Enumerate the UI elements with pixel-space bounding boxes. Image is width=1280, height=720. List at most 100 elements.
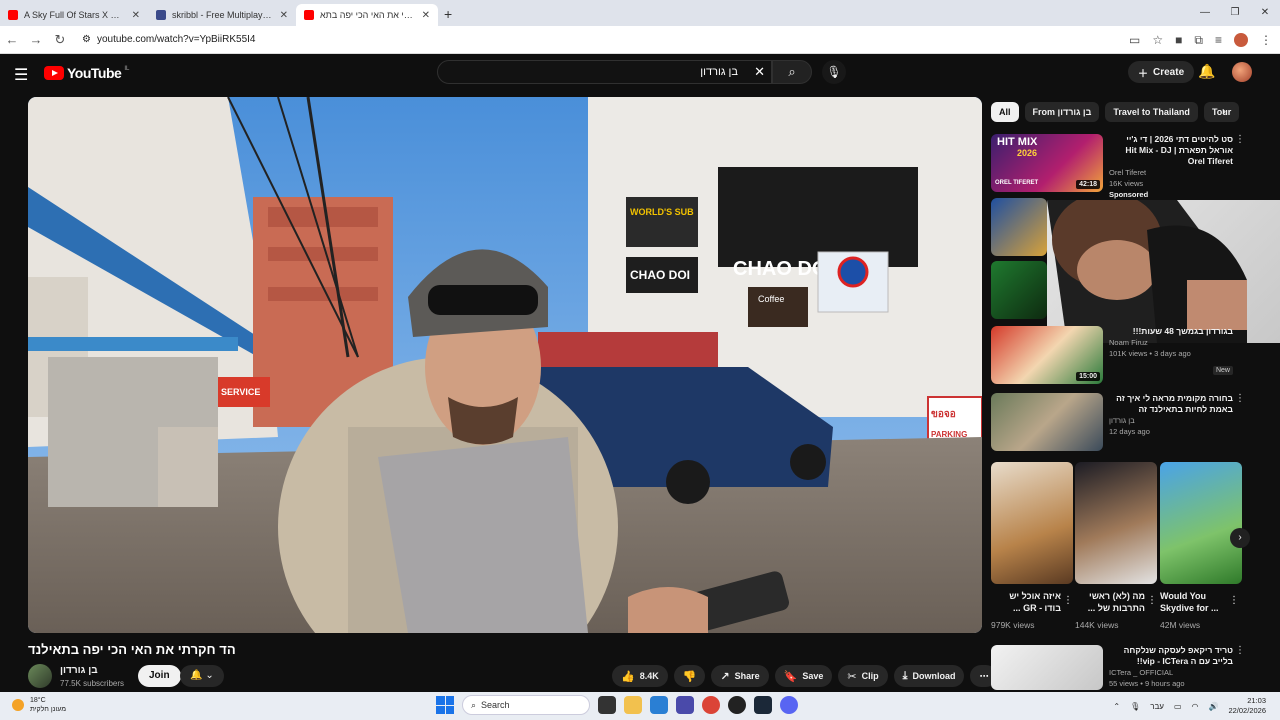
browser-tab-2[interactable]: skribbl - Free Multiplayer Drawi ✕: [148, 4, 296, 26]
wifi-icon[interactable]: ◠: [1192, 702, 1199, 711]
short-caption[interactable]: Would You Skydive for ...: [1160, 590, 1230, 614]
join-button[interactable]: Join: [138, 665, 181, 687]
chip-all[interactable]: All: [991, 102, 1019, 122]
store-icon[interactable]: [676, 696, 694, 714]
recommendation-title[interactable]: טריד ריקאפ לעסקה שנלקחה בלייב עם ה vip -…: [1109, 645, 1233, 667]
hamburger-menu-icon[interactable]: ☰: [14, 65, 28, 85]
recommendation-title[interactable]: בגורדון בגמשך 48 שעות!!!: [1109, 326, 1233, 337]
browser-tab-1[interactable]: A Sky Full Of Stars X Quevedo I ✕: [0, 4, 148, 26]
volume-icon[interactable]: 🔊: [1208, 702, 1218, 711]
video-thumbnail[interactable]: [991, 645, 1103, 690]
recommendation-channel[interactable]: Orel Tiferet: [1109, 167, 1233, 178]
user-avatar[interactable]: [1232, 62, 1252, 82]
short-thumbnail[interactable]: [1075, 462, 1157, 584]
chip-from-channel[interactable]: From בן גורדון: [1024, 102, 1100, 122]
subscription-bell-button[interactable]: 🔔 ⌄: [180, 665, 224, 687]
video-thumbnail[interactable]: [991, 198, 1047, 256]
more-options-icon[interactable]: ⋮: [1235, 134, 1245, 145]
restore-icon[interactable]: ❐: [1220, 0, 1250, 26]
media-control-icon[interactable]: ≡: [1215, 33, 1222, 47]
video-thumbnail[interactable]: [991, 261, 1047, 319]
extension-icon[interactable]: ■: [1175, 33, 1182, 47]
like-button[interactable]: 👍 8.4K: [612, 665, 668, 687]
recommendation-item[interactable]: בחורה מקומית מראה לי איך זה באמת לחיות ב…: [991, 393, 1245, 453]
youtube-logo[interactable]: YouTube IL: [44, 65, 129, 81]
minimize-icon[interactable]: —: [1190, 0, 1220, 26]
voice-search-button[interactable]: 🎙: [822, 60, 846, 84]
steam-icon[interactable]: [754, 696, 772, 714]
recommendation-title[interactable]: סט להיטים דתי 2026 | די ג'יי אוראל תפארת…: [1109, 134, 1233, 167]
video-player[interactable]: CHAO DOI WORLD'S SUB CHAO DOI Coffee ขอจ…: [28, 97, 982, 633]
more-options-icon[interactable]: ⋮: [1235, 645, 1245, 656]
profile-avatar[interactable]: [1234, 33, 1248, 47]
clear-search-icon[interactable]: ✕: [754, 64, 765, 80]
recommendation-title[interactable]: בחורה מקומית מראה לי איך זה באמת לחיות ב…: [1109, 393, 1233, 415]
file-explorer-icon[interactable]: [624, 696, 642, 714]
new-tab-button[interactable]: +: [444, 6, 452, 22]
chip-travel-thailand[interactable]: Travel to Thailand: [1105, 102, 1198, 122]
create-button[interactable]: ＋ Create: [1128, 61, 1195, 83]
recommendation-item[interactable]: טריד ריקאפ לעסקה שנלקחה בלייב עם ה vip -…: [991, 645, 1245, 690]
tray-mic-icon[interactable]: 🎙: [1130, 702, 1140, 711]
recommendation-channel[interactable]: בן גורדון: [1109, 415, 1233, 426]
extensions-puzzle-icon[interactable]: ⧉: [1194, 33, 1203, 48]
close-window-icon[interactable]: ✕: [1250, 0, 1280, 26]
channel-name[interactable]: בן גורדון: [60, 665, 98, 676]
close-tab-icon[interactable]: ✕: [422, 10, 430, 21]
short-thumbnail[interactable]: [1160, 462, 1242, 584]
recommendation-views: 101K views • 3 days ago: [1109, 349, 1191, 358]
search-button[interactable]: ⌕: [772, 60, 812, 84]
video-thumbnail[interactable]: [991, 393, 1103, 451]
browser-menu-icon[interactable]: ⋮: [1260, 33, 1272, 47]
url-field[interactable]: ⚙ youtube.com/watch?v=YpBiiRK55I4: [82, 34, 255, 45]
browser-tab-3[interactable]: ‫חקרתי את האי הכי יפה בתא‬ ✕: [296, 4, 438, 26]
chevron-right-icon[interactable]: ›: [1222, 104, 1226, 118]
share-button[interactable]: ↗ Share: [711, 665, 769, 687]
dislike-button[interactable]: 👎: [673, 665, 706, 687]
clock[interactable]: 21:03 22/02/2026: [1228, 696, 1266, 716]
download-button[interactable]: ⤓ Download: [893, 665, 965, 687]
more-options-icon[interactable]: ⋮: [1063, 595, 1073, 606]
task-view-icon[interactable]: [598, 696, 616, 714]
close-tab-icon[interactable]: ✕: [132, 10, 140, 21]
more-options-icon[interactable]: ⋮: [1229, 595, 1239, 606]
short-caption[interactable]: מה (לא) ראשי התרבות של ...: [1075, 590, 1145, 614]
video-thumbnail[interactable]: HIT MIX 2026 OREL TIFERET 42:18: [991, 134, 1103, 192]
network-icon[interactable]: ▭: [1174, 702, 1182, 711]
save-button[interactable]: 🔖 Save: [774, 665, 833, 687]
weather-widget[interactable]: 18°C מעונן חלקית: [12, 696, 66, 714]
windows-start-icon[interactable]: [436, 696, 454, 714]
discord-icon[interactable]: [780, 696, 798, 714]
bookmark-star-icon[interactable]: ☆: [1152, 33, 1163, 47]
recommendation-item[interactable]: HIT MIX 2026 OREL TIFERET 42:18 סט להיטי…: [991, 134, 1245, 199]
clip-button[interactable]: ✂ Clip: [838, 665, 888, 687]
close-tab-icon[interactable]: ✕: [280, 10, 288, 21]
site-info-icon[interactable]: ⚙: [82, 34, 91, 45]
more-options-icon[interactable]: ⋮: [1147, 595, 1157, 606]
search-input[interactable]: [448, 66, 738, 78]
keyboard-language[interactable]: עבר: [1150, 702, 1164, 711]
notifications-bell-icon[interactable]: 🔔: [1198, 63, 1215, 80]
app-icon[interactable]: [728, 696, 746, 714]
short-thumbnail[interactable]: [991, 462, 1073, 584]
more-options-icon[interactable]: ⋮: [1235, 393, 1245, 404]
short-caption[interactable]: איזה אוכל יש בודו - GR ...: [991, 590, 1061, 614]
edge-browser-icon[interactable]: [650, 696, 668, 714]
recommendation-channel[interactable]: ICTera _ OFFICIAL: [1109, 667, 1233, 678]
recommendation-item[interactable]: 15:00 בגורדון בגמשך 48 שעות!!! Noam Firu…: [991, 326, 1245, 384]
url-text: youtube.com/watch?v=YpBiiRK55I4: [96, 34, 256, 45]
shorts-next-chevron-icon[interactable]: ›: [1230, 528, 1250, 548]
reload-icon[interactable]: ↻: [48, 32, 72, 48]
video-thumbnail[interactable]: 15:00: [991, 326, 1103, 384]
logo-region: IL: [124, 66, 130, 72]
forward-icon[interactable]: →: [24, 32, 48, 47]
chrome-icon[interactable]: [702, 696, 720, 714]
thumbs-up-icon: 👍: [621, 670, 635, 683]
channel-avatar[interactable]: [28, 664, 52, 688]
recommendation-channel[interactable]: Noam Firuz: [1109, 337, 1233, 348]
cast-icon[interactable]: ▭: [1129, 33, 1140, 47]
tray-chevron-icon[interactable]: ⌃: [1113, 702, 1120, 711]
thumb-caption: OREL TIFERET: [995, 180, 1039, 186]
back-icon[interactable]: ←: [0, 32, 24, 47]
taskbar-search[interactable]: ⌕ Search: [462, 695, 590, 715]
